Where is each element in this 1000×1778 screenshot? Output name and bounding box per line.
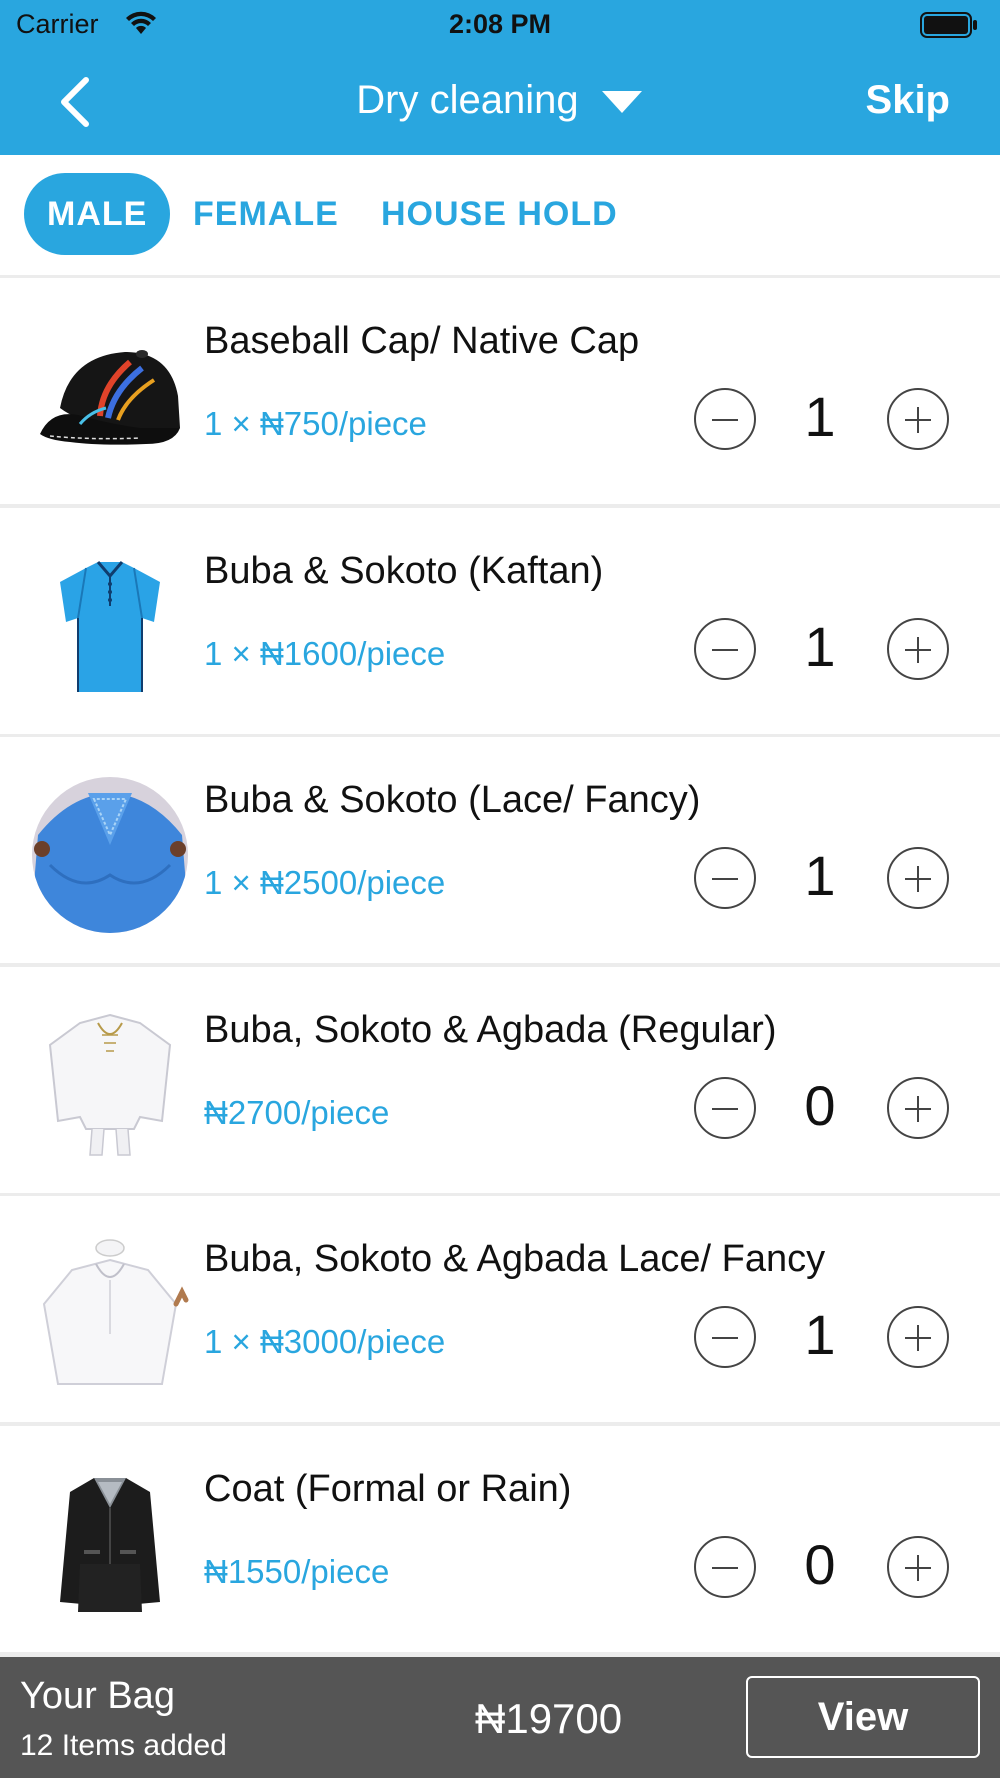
- item-quantity: 0: [804, 1073, 836, 1137]
- bag-total: ₦19700: [475, 1695, 623, 1742]
- list-item: Buba, Sokoto & Agbada (Regular) ₦2700/pi…: [0, 966, 1000, 1193]
- clock: 2:08 PM: [448, 9, 552, 39]
- item-quantity: 1: [804, 385, 836, 448]
- item-quantity: 1: [804, 614, 836, 678]
- agbada-image: [30, 1005, 190, 1165]
- bag-item-count: 12 Items added: [20, 1729, 227, 1762]
- kaftan-image: [30, 546, 190, 706]
- item-name: Buba, Sokoto & Agbada Lace/ Fancy: [204, 1238, 826, 1280]
- page-title: Dry cleaning: [356, 78, 579, 122]
- item-name: Buba & Sokoto (Kaftan): [204, 549, 604, 592]
- item-quantity: 1: [804, 1303, 836, 1366]
- decrease-button[interactable]: [694, 388, 756, 450]
- decrease-button[interactable]: [694, 847, 756, 909]
- tab-female[interactable]: FEMALE: [193, 173, 339, 255]
- increase-button[interactable]: [887, 388, 949, 450]
- bag-label: Your Bag: [20, 1675, 175, 1717]
- list-item: Buba & Sokoto (Lace/ Fancy) 1 × ₦2500/pi…: [0, 737, 1000, 963]
- list-item: Baseball Cap/ Native Cap 1 × ₦750/piece …: [0, 278, 1000, 504]
- list-item: Buba & Sokoto (Kaftan) 1 × ₦1600/piece 1: [0, 507, 1000, 734]
- caret-down-icon: [600, 80, 644, 125]
- item-list: Baseball Cap/ Native Cap 1 × ₦750/piece …: [0, 278, 1000, 1655]
- increase-button[interactable]: [887, 1535, 949, 1598]
- item-price: 1 × ₦3000/piece: [204, 1323, 446, 1360]
- view-bag-button[interactable]: View: [746, 1676, 980, 1758]
- item-name: Buba, Sokoto & Agbada (Regular): [204, 1008, 777, 1051]
- bag-bar: Your Bag 12 Items added ₦19700 View: [0, 1657, 1000, 1778]
- decrease-button[interactable]: [694, 617, 756, 680]
- decrease-button[interactable]: [694, 1076, 756, 1139]
- decrease-button[interactable]: [694, 1306, 756, 1368]
- item-name: Baseball Cap/ Native Cap: [204, 320, 640, 362]
- item-name: Buba & Sokoto (Lace/ Fancy): [204, 779, 701, 821]
- list-item: Coat (Formal or Rain) ₦1550/piece 0: [0, 1425, 1000, 1652]
- battery-icon: [920, 12, 978, 45]
- increase-button[interactable]: [887, 1076, 949, 1139]
- item-quantity: 1: [804, 844, 836, 907]
- item-price: 1 × ₦750/piece: [204, 405, 427, 442]
- nav-bar: Dry cleaning Skip: [0, 48, 1000, 155]
- item-price: 1 × ₦1600/piece: [204, 634, 446, 672]
- increase-button[interactable]: [887, 617, 949, 680]
- increase-button[interactable]: [887, 847, 949, 909]
- item-price: ₦2700/piece: [204, 1093, 390, 1131]
- lace-image: [30, 775, 190, 935]
- status-bar: Carrier 2:08 PM: [0, 0, 1000, 48]
- item-price: 1 × ₦2500/piece: [204, 864, 446, 901]
- agbada-lace-image: [30, 1234, 190, 1394]
- increase-button[interactable]: [887, 1306, 949, 1368]
- category-tabs: MALE FEMALE HOUSE HOLD: [0, 155, 1000, 275]
- skip-button[interactable]: Skip: [866, 78, 950, 123]
- cap-image: [30, 316, 190, 476]
- coat-image: [30, 1464, 190, 1624]
- item-name: Coat (Formal or Rain): [204, 1467, 572, 1510]
- decrease-button[interactable]: [694, 1535, 756, 1598]
- tab-male[interactable]: MALE: [24, 173, 171, 255]
- item-price: ₦1550/piece: [204, 1552, 390, 1590]
- list-item: Buba, Sokoto & Agbada Lace/ Fancy 1 × ₦3…: [0, 1196, 1000, 1422]
- service-dropdown[interactable]: Dry cleaning: [0, 78, 1000, 125]
- tab-house-hold[interactable]: HOUSE HOLD: [381, 173, 618, 255]
- item-quantity: 0: [804, 1532, 836, 1596]
